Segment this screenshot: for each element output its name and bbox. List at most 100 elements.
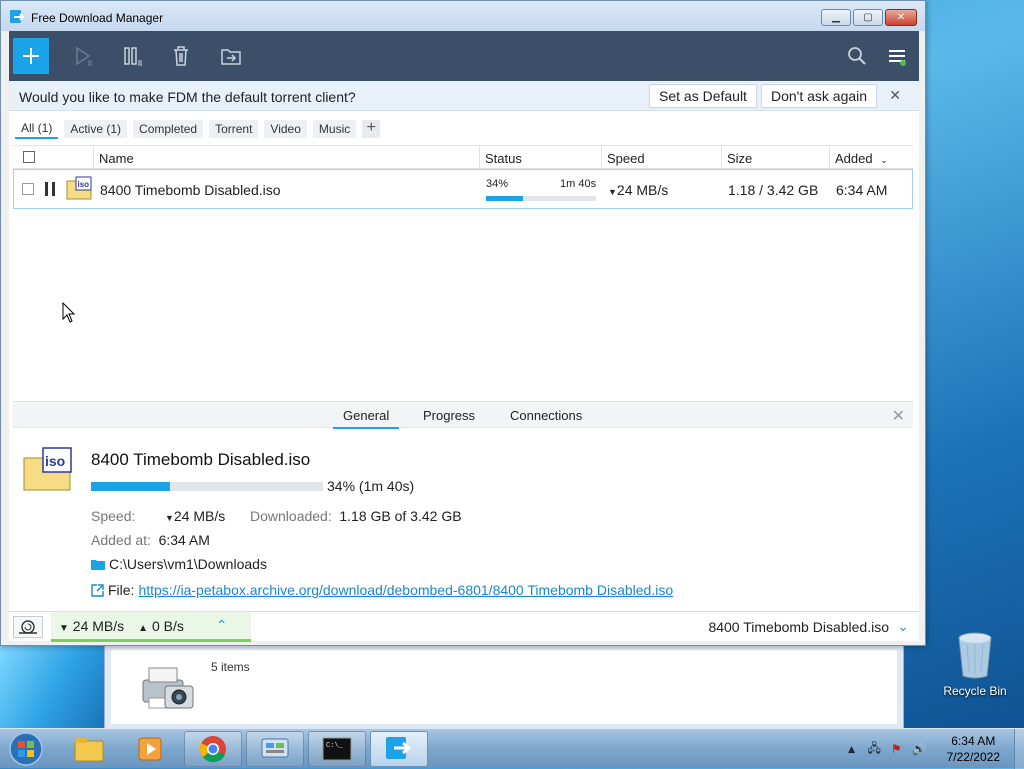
command-prompt-icon: C:\_	[322, 737, 352, 761]
add-filter-button[interactable]: +	[362, 120, 381, 138]
filter-torrent[interactable]: Torrent	[209, 120, 259, 138]
filter-active[interactable]: Active (1)	[64, 120, 128, 138]
status-current-file[interactable]: 8400 Timebomb Disabled.iso	[708, 619, 889, 635]
taskbar-chrome-button[interactable]	[184, 731, 242, 767]
banner-close-icon[interactable]: ✕	[889, 87, 901, 104]
dont-ask-again-button[interactable]: Don't ask again	[761, 84, 878, 108]
show-hidden-icons-icon[interactable]: ▲	[846, 742, 858, 756]
fdm-app-icon	[386, 737, 412, 759]
iso-file-icon: iso	[66, 176, 92, 203]
tab-progress[interactable]: Progress	[423, 408, 475, 423]
minimize-button[interactable]: ▁	[821, 9, 851, 26]
recycle-bin-icon	[958, 632, 992, 679]
sort-chevron-down-icon: ⌄	[880, 155, 888, 165]
maximize-button[interactable]: ▢	[853, 9, 883, 26]
down-arrow-icon: ▼	[165, 513, 174, 523]
taskbar-media-player-button[interactable]	[122, 731, 180, 767]
column-added[interactable]: Added ⌄	[835, 151, 888, 166]
svg-text:iso: iso	[78, 180, 90, 189]
taskbar-explorer-button[interactable]	[60, 731, 118, 767]
taskbar-fdm-button[interactable]	[370, 731, 428, 767]
filter-completed[interactable]: Completed	[133, 120, 204, 138]
pause-icon	[124, 47, 142, 66]
row-eta: 1m 40s	[560, 178, 597, 190]
details-tabs: General Progress Connections ✕	[13, 402, 913, 429]
added-value: 6:34 AM	[158, 532, 210, 548]
trash-icon	[174, 46, 188, 66]
file-label: File:	[108, 582, 135, 598]
main-menu-button[interactable]	[879, 38, 915, 74]
iso-large-icon: iso	[23, 447, 72, 491]
delete-button[interactable]	[163, 38, 199, 74]
window-title: Free Download Manager	[31, 11, 164, 25]
speed-label: Speed:	[91, 508, 136, 524]
row-size: 1.18 / 3.42 GB	[728, 182, 819, 198]
items-count: 5 items	[211, 660, 250, 674]
select-all-checkbox[interactable]	[23, 151, 35, 163]
details-folder-row[interactable]: C:\Users\vm1\Downloads	[91, 556, 267, 572]
speed-indicator[interactable]: ▼ 24 MB/s ▲ 0 B/s ⌃	[51, 612, 251, 642]
start-button[interactable]	[6, 731, 46, 767]
clock[interactable]: 6:34 AM 7/22/2022	[947, 733, 1000, 765]
default-client-banner: Would you like to make FDM the default t…	[9, 81, 919, 111]
column-speed[interactable]: Speed	[607, 151, 645, 166]
details-file-name: 8400 Timebomb Disabled.iso	[91, 450, 311, 469]
set-as-default-button[interactable]: Set as Default	[649, 84, 757, 108]
row-checkbox[interactable]	[22, 183, 34, 195]
taskbar-control-panel-button[interactable]	[246, 731, 304, 767]
clock-date: 7/22/2022	[946, 750, 1000, 764]
play-icon	[76, 46, 92, 66]
speed-limit-button[interactable]	[13, 616, 43, 638]
column-name[interactable]: Name	[99, 151, 134, 166]
taskbar-cmd-button[interactable]: C:\_	[308, 731, 366, 767]
row-pause-button[interactable]	[44, 182, 56, 199]
filter-video[interactable]: Video	[264, 120, 307, 138]
downloaded-label: Downloaded:	[250, 508, 332, 524]
downloads-table: Name Status Speed Size Added ⌄ iso 8400 …	[13, 145, 913, 209]
folder-icon	[91, 560, 105, 570]
search-button[interactable]	[839, 38, 875, 74]
folder-path: C:\Users\vm1\Downloads	[109, 556, 267, 572]
recycle-bin-label: Recycle Bin	[943, 684, 1007, 698]
fdm-title-icon	[10, 10, 25, 23]
close-window-button[interactable]: ✕	[885, 9, 917, 26]
chevron-down-icon[interactable]: ⌄	[897, 618, 909, 635]
folder-icon	[74, 738, 104, 762]
table-row[interactable]: iso 8400 Timebomb Disabled.iso 34% 1m 40…	[13, 169, 913, 209]
file-url-link[interactable]: https://ia-petabox.archive.org/download/…	[138, 582, 673, 598]
volume-icon[interactable]: 🔊	[912, 742, 927, 756]
table-header: Name Status Speed Size Added ⌄	[13, 145, 913, 169]
row-speed-value: 24 MB/s	[616, 182, 669, 198]
search-icon	[848, 47, 866, 65]
tab-connections[interactable]: Connections	[510, 408, 582, 423]
snail-icon	[19, 620, 37, 634]
downloaded-value: 1.18 GB of 3.42 GB	[339, 508, 462, 524]
desktop-wallpaper-glow	[0, 646, 110, 728]
network-icon[interactable]: 🖧	[868, 739, 881, 760]
resume-button[interactable]	[65, 38, 101, 74]
column-status[interactable]: Status	[485, 151, 522, 166]
pause-icon	[45, 182, 55, 196]
details-close-icon[interactable]: ✕	[892, 406, 905, 426]
svg-text:iso: iso	[45, 453, 65, 469]
column-size[interactable]: Size	[727, 151, 752, 166]
column-added-label: Added	[835, 151, 873, 166]
tab-general[interactable]: General	[333, 408, 400, 429]
pause-button[interactable]	[115, 38, 151, 74]
show-desktop-button[interactable]	[1014, 729, 1024, 769]
expand-chevron-up-icon[interactable]: ⌃	[216, 617, 228, 634]
move-to-folder-button[interactable]	[213, 38, 249, 74]
hamburger-menu-icon	[889, 50, 906, 66]
add-download-button[interactable]	[13, 38, 49, 74]
printer-camera-icon[interactable]	[135, 658, 197, 716]
up-speed: ▲ 0 B/s	[138, 617, 184, 634]
action-center-flag-icon[interactable]: ⚑	[891, 742, 902, 756]
plus-icon	[23, 48, 39, 64]
taskbar: C:\_ ▲ 🖧 ⚑ 🔊 6:34 AM 7/22/2022	[0, 728, 1024, 769]
title-bar[interactable]: Free Download Manager ▁ ▢ ✕	[1, 1, 925, 31]
filter-music[interactable]: Music	[312, 120, 357, 138]
details-progress-fill	[91, 482, 170, 491]
filter-all[interactable]: All (1)	[15, 119, 59, 139]
down-arrow-icon: ▼	[608, 187, 617, 197]
recycle-bin-shortcut[interactable]: Recycle Bin	[942, 630, 1008, 698]
